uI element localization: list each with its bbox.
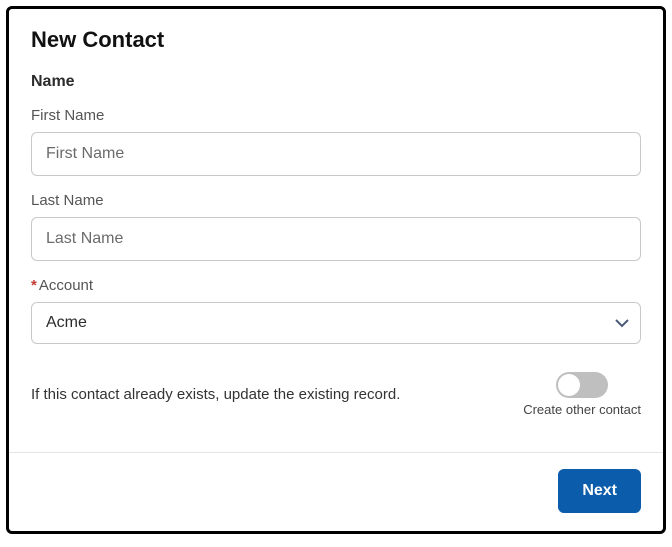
section-name-label: Name (31, 73, 641, 91)
create-other-toggle-block: Create other contact (523, 372, 641, 417)
update-existing-helper: If this contact already exists, update t… (31, 386, 400, 403)
first-name-input[interactable] (31, 132, 641, 176)
toggle-knob-icon (558, 374, 580, 396)
account-select-value: Acme (46, 314, 87, 332)
dialog-title: New Contact (31, 27, 641, 53)
first-name-label: First Name (31, 107, 641, 124)
account-label-text: Account (39, 277, 93, 294)
account-label: *Account (31, 277, 641, 294)
new-contact-dialog: New Contact Name First Name Last Name *A… (6, 6, 666, 534)
account-select-wrap: Acme (31, 302, 641, 344)
account-field: *Account Acme (31, 277, 641, 344)
update-existing-row: If this contact already exists, update t… (31, 372, 641, 417)
create-other-toggle[interactable] (556, 372, 608, 398)
last-name-field: Last Name (31, 192, 641, 261)
next-button[interactable]: Next (558, 469, 641, 513)
first-name-field: First Name (31, 107, 641, 176)
dialog-content: New Contact Name First Name Last Name *A… (9, 9, 663, 452)
dialog-footer: Next (9, 452, 663, 531)
create-other-toggle-label: Create other contact (523, 402, 641, 417)
account-select[interactable]: Acme (31, 302, 641, 344)
required-asterisk-icon: * (31, 277, 37, 294)
last-name-label: Last Name (31, 192, 641, 209)
last-name-input[interactable] (31, 217, 641, 261)
